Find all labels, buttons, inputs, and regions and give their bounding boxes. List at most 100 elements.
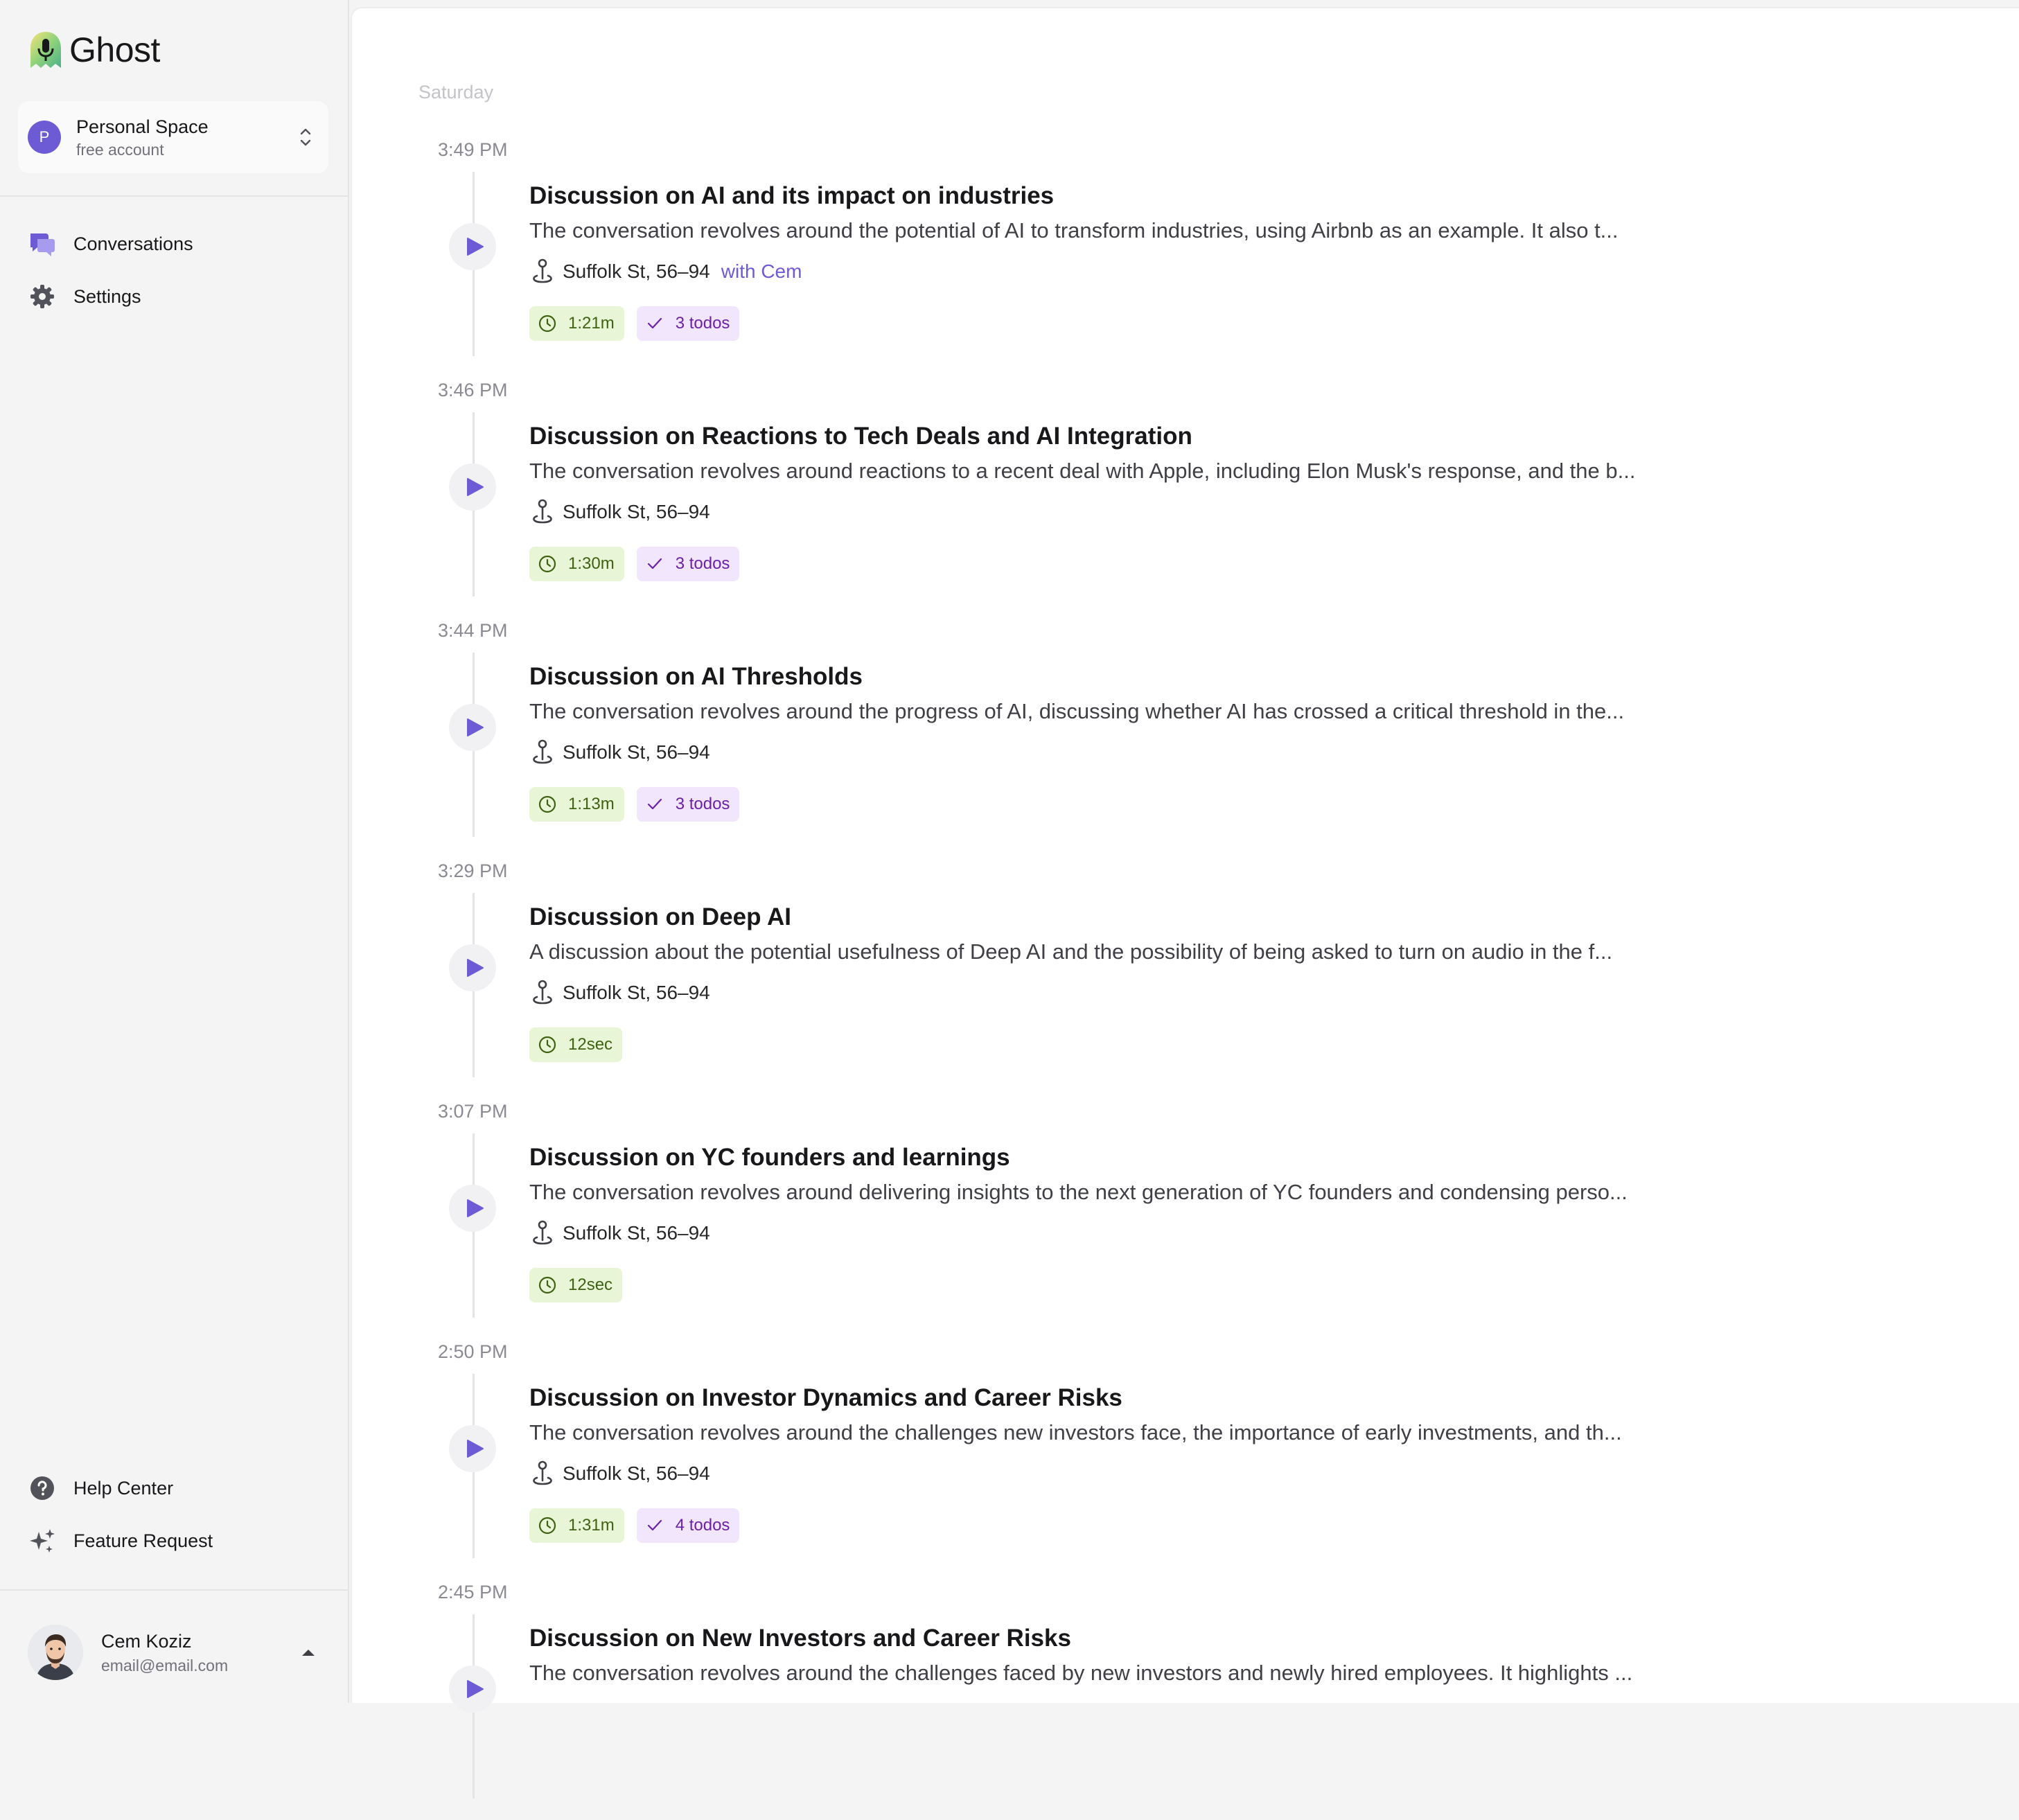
location-text: Suffolk St, 56–94 xyxy=(563,1463,710,1484)
nav-label-settings: Settings xyxy=(73,285,141,307)
clock-icon xyxy=(538,1036,556,1054)
check-icon xyxy=(647,798,662,810)
conversation-tags: 1:21m 3 todos xyxy=(529,306,752,341)
conversation-tags: 12sec xyxy=(529,1027,635,1062)
clock-icon xyxy=(538,555,556,573)
play-button[interactable] xyxy=(449,1666,496,1713)
conversation-location: Suffolk St, 56–94 xyxy=(529,1218,710,1248)
sidebar-divider xyxy=(0,1589,349,1591)
nav-label-help-center: Help Center xyxy=(73,1477,174,1499)
conversation-entry[interactable]: 2:45 PM Discussion on New Investors and … xyxy=(352,1580,2015,1820)
with-person-link[interactable]: with Cem xyxy=(721,260,802,283)
sparkles-icon xyxy=(30,1529,55,1553)
conversation-entry[interactable]: 3:29 PM Discussion on Deep AI A discussi… xyxy=(352,858,2015,1099)
conversation-location: Suffolk St, 56–94 xyxy=(529,737,710,768)
conversation-location: Suffolk St, 56–94 with Cem xyxy=(529,256,802,287)
location-pin-icon xyxy=(533,1460,552,1485)
duration-text: 12sec xyxy=(568,1035,613,1054)
conversation-location: Suffolk St, 56–94 xyxy=(529,978,710,1008)
todos-badge[interactable]: 3 todos xyxy=(636,547,740,581)
chat-bubbles-icon xyxy=(30,233,55,256)
check-icon xyxy=(647,317,662,329)
conversation-time: 2:45 PM xyxy=(438,1582,508,1602)
conversation-entry[interactable]: 3:46 PM Discussion on Reactions to Tech … xyxy=(352,378,2015,618)
todos-text: 3 todos xyxy=(675,314,730,333)
conversation-entry[interactable]: 3:44 PM Discussion on AI Thresholds The … xyxy=(352,618,2015,858)
conversation-time: 3:49 PM xyxy=(438,139,508,160)
conversation-title[interactable]: Discussion on AI and its impact on indus… xyxy=(529,180,1054,212)
location-pin-icon xyxy=(533,499,552,524)
user-profile[interactable]: Cem Koziz email@email.com xyxy=(28,1621,326,1684)
play-button[interactable] xyxy=(449,704,496,751)
nav-label-conversations: Conversations xyxy=(73,233,193,254)
duration-text: 1:21m xyxy=(568,314,615,333)
workspace-switcher[interactable]: P Personal Space free account xyxy=(18,101,328,173)
clock-icon xyxy=(538,1517,556,1535)
conversation-location: Suffolk St, 56–94 xyxy=(529,1458,710,1489)
todos-badge[interactable]: 3 todos xyxy=(636,306,740,341)
play-icon xyxy=(466,959,484,977)
location-text: Suffolk St, 56–94 xyxy=(563,260,710,282)
sidebar-divider xyxy=(0,195,349,197)
conversation-time: 3:29 PM xyxy=(438,860,508,881)
nav-label-feature-request: Feature Request xyxy=(73,1530,213,1551)
conversation-location: Suffolk St, 56–94 xyxy=(529,497,710,527)
duration-badge: 1:31m xyxy=(529,1508,624,1543)
location-pin-icon xyxy=(533,739,552,764)
clock-icon xyxy=(538,1276,556,1294)
play-button[interactable] xyxy=(449,223,496,270)
workspace-plan: free account xyxy=(76,141,164,159)
caret-up-icon[interactable] xyxy=(298,1642,319,1663)
check-icon xyxy=(647,558,662,569)
clock-icon xyxy=(538,315,556,333)
help-circle-icon xyxy=(30,1476,54,1500)
play-button[interactable] xyxy=(449,944,496,991)
conversation-tags: 12sec xyxy=(529,1268,635,1302)
location-text: Suffolk St, 56–94 xyxy=(563,741,710,763)
todos-badge[interactable]: 3 todos xyxy=(636,787,740,822)
play-icon xyxy=(466,1440,484,1458)
brand[interactable]: Ghost xyxy=(28,28,160,72)
play-button[interactable] xyxy=(449,463,496,511)
user-email: email@email.com xyxy=(101,1656,229,1675)
conversation-summary: The conversation revolves around the pot… xyxy=(529,218,1619,242)
conversation-tags: 1:31m 4 todos xyxy=(529,1508,752,1543)
play-icon xyxy=(466,478,484,496)
conversation-title[interactable]: Discussion on AI Thresholds xyxy=(529,661,863,693)
todos-text: 3 todos xyxy=(675,795,730,813)
location-text: Suffolk St, 56–94 xyxy=(563,501,710,522)
ghost-logo-icon xyxy=(30,32,61,68)
duration-text: 1:13m xyxy=(568,795,615,813)
check-icon xyxy=(647,1519,662,1531)
conversation-tags: 1:13m 3 todos xyxy=(529,787,752,822)
chevron-up-down-icon xyxy=(300,128,311,146)
todos-badge[interactable]: 4 todos xyxy=(636,1508,740,1543)
play-icon xyxy=(466,1199,484,1217)
conversation-entry[interactable]: 2:50 PM Discussion on Investor Dynamics … xyxy=(352,1339,2015,1580)
todos-text: 4 todos xyxy=(675,1516,730,1535)
conversation-time: 3:44 PM xyxy=(438,620,508,641)
conversation-title[interactable]: Discussion on Deep AI xyxy=(529,901,791,933)
conversation-time: 2:50 PM xyxy=(438,1341,508,1362)
location-text: Suffolk St, 56–94 xyxy=(563,1222,710,1244)
conversation-title[interactable]: Discussion on YC founders and learnings xyxy=(529,1142,1010,1174)
play-button[interactable] xyxy=(449,1425,496,1472)
duration-badge: 1:30m xyxy=(529,547,624,581)
nav-item-settings[interactable]: Settings xyxy=(28,277,141,316)
play-icon xyxy=(466,238,484,256)
conversation-title[interactable]: Discussion on Investor Dynamics and Care… xyxy=(529,1382,1122,1414)
conversation-title[interactable]: Discussion on Reactions to Tech Deals an… xyxy=(529,421,1192,452)
todos-text: 3 todos xyxy=(675,554,730,573)
nav-item-conversations[interactable]: Conversations xyxy=(28,224,193,263)
conversation-entry[interactable]: 3:49 PM Discussion on AI and its impact … xyxy=(352,137,2015,378)
nav-item-feature-request[interactable]: Feature Request xyxy=(28,1521,213,1560)
duration-badge: 12sec xyxy=(529,1268,623,1302)
clock-icon xyxy=(538,795,556,813)
location-pin-icon xyxy=(533,258,552,283)
duration-badge: 12sec xyxy=(529,1027,623,1062)
conversation-title[interactable]: Discussion on New Investors and Career R… xyxy=(529,1623,1071,1654)
conversation-entry[interactable]: 3:07 PM Discussion on YC founders and le… xyxy=(352,1099,2015,1339)
nav-item-help-center[interactable]: Help Center xyxy=(28,1469,173,1508)
play-button[interactable] xyxy=(449,1185,496,1232)
location-pin-icon xyxy=(533,980,552,1005)
